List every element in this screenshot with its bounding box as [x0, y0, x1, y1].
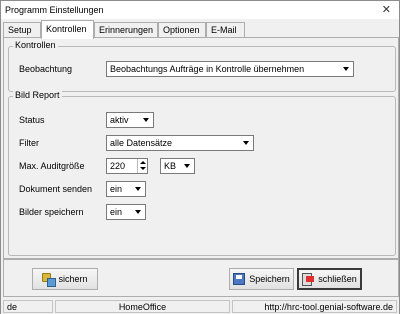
chevron-down-icon[interactable]	[132, 183, 144, 195]
status-url[interactable]: http://hrc-tool.genial-software.de	[232, 300, 397, 313]
status-select[interactable]: aktiv	[106, 112, 154, 128]
tab-strip: Setup Kontrollen Erinnerungen Optionen E…	[3, 20, 399, 39]
save-images-value: ein	[110, 207, 123, 217]
send-document-label: Dokument senden	[19, 184, 93, 194]
disk-icon	[233, 273, 246, 285]
save-label: Speichern	[249, 274, 290, 284]
bild-report-group: Bild Report Status aktiv Filter alle Dat…	[8, 90, 396, 256]
spin-down-icon[interactable]	[140, 167, 146, 170]
beobachtung-label: Beobachtung	[19, 64, 73, 74]
beobachtung-value: Beobachtungs Aufträge in Kontrolle übern…	[110, 64, 305, 74]
audit-size-stepper[interactable]: 220	[106, 158, 148, 174]
kontrollen-legend: Kontrollen	[13, 40, 58, 50]
chevron-down-icon[interactable]	[181, 160, 193, 172]
close-icon[interactable]: ✕	[382, 3, 391, 16]
sichern-button[interactable]: sichern	[32, 268, 98, 290]
send-document-value: ein	[110, 184, 123, 194]
save-images-label: Bilder speichern	[19, 207, 84, 217]
status-location: HomeOffice	[55, 300, 230, 313]
filter-value: alle Datensätze	[110, 138, 173, 148]
tab-optionen[interactable]: Optionen	[158, 22, 206, 38]
tab-setup[interactable]: Setup	[3, 22, 41, 38]
status-value: aktiv	[110, 115, 129, 125]
send-document-select[interactable]: ein	[106, 181, 146, 197]
tab-erinnerungen[interactable]: Erinnerungen	[94, 22, 158, 38]
window-title: Programm Einstellungen	[5, 5, 104, 15]
sichern-label: sichern	[58, 274, 88, 284]
close-button[interactable]: schließen	[297, 268, 362, 290]
beobachtung-select[interactable]: Beobachtungs Aufträge in Kontrolle übern…	[106, 61, 354, 77]
settings-window: Programm Einstellungen ✕ Setup Kontrolle…	[0, 0, 400, 314]
bild-report-legend: Bild Report	[13, 90, 62, 100]
audit-size-label: Max. Auditgröße	[19, 161, 85, 171]
exit-icon	[302, 273, 315, 286]
title-bar: Programm Einstellungen ✕	[1, 1, 399, 19]
spin-up-icon[interactable]	[140, 161, 146, 164]
filter-label: Filter	[19, 138, 39, 148]
status-language: de	[3, 300, 53, 313]
filter-select[interactable]: alle Datensätze	[106, 135, 254, 151]
tab-kontrollen[interactable]: Kontrollen	[41, 20, 94, 39]
spin-buttons[interactable]	[137, 159, 147, 173]
tab-email[interactable]: E-Mail	[206, 22, 245, 38]
tab-panel-kontrollen: Kontrollen Beobachtung Beobachtungs Auft…	[3, 37, 399, 259]
key-icon	[42, 273, 57, 287]
button-bar: sichern Speichern schließen	[3, 259, 399, 297]
audit-unit-value: KB	[164, 161, 177, 171]
close-label: schließen	[318, 274, 357, 284]
save-button[interactable]: Speichern	[229, 268, 294, 290]
save-images-select[interactable]: ein	[106, 204, 146, 220]
chevron-down-icon[interactable]	[240, 137, 252, 149]
chevron-down-icon[interactable]	[132, 206, 144, 218]
status-label: Status	[19, 115, 45, 125]
kontrollen-group: Kontrollen Beobachtung Beobachtungs Auft…	[8, 40, 396, 92]
chevron-down-icon[interactable]	[140, 114, 152, 126]
audit-unit-select[interactable]: KB	[160, 158, 195, 174]
status-bar: de HomeOffice http://hrc-tool.genial-sof…	[1, 299, 399, 314]
audit-size-value: 220	[110, 161, 126, 171]
chevron-down-icon[interactable]	[340, 63, 352, 75]
